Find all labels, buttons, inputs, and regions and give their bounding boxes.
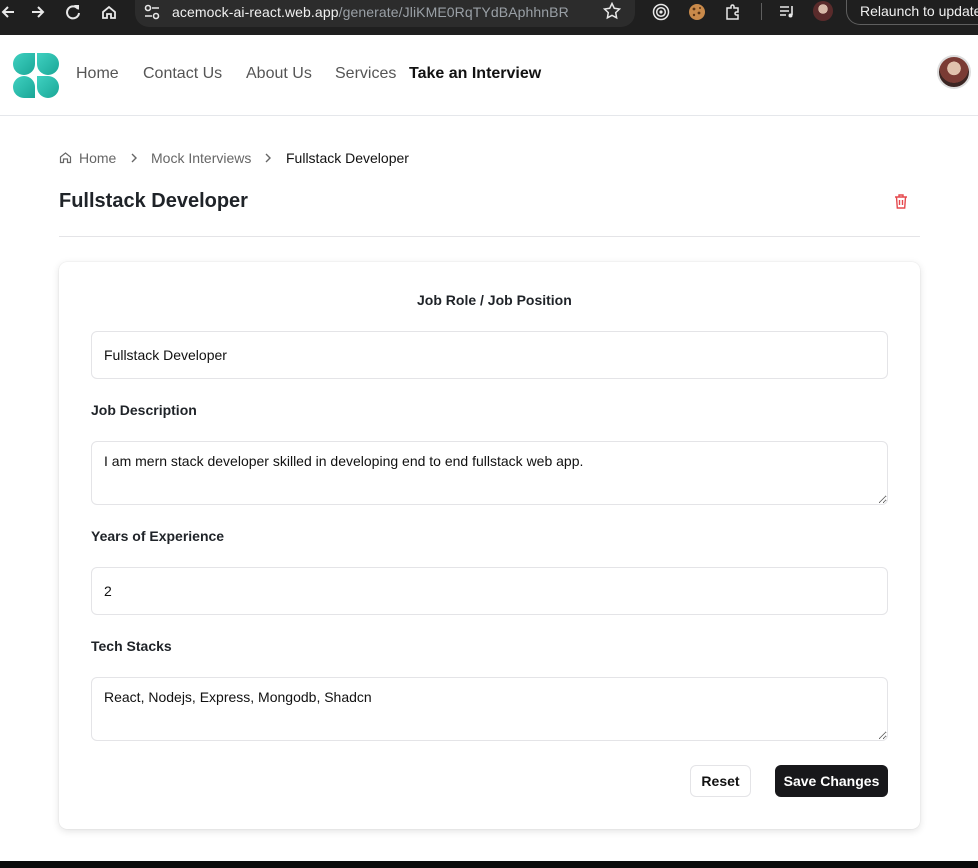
bottom-bar	[0, 861, 978, 868]
extensions-puzzle-icon[interactable]	[723, 0, 743, 24]
relaunch-button[interactable]: Relaunch to update	[846, 0, 978, 25]
chevron-right-icon	[263, 151, 273, 168]
forward-icon[interactable]	[28, 0, 48, 24]
cookie-icon[interactable]	[687, 0, 707, 24]
nav-services[interactable]: Services	[335, 65, 396, 83]
tech-stacks-textarea[interactable]: React, Nodejs, Express, Mongodb, Shadcn	[91, 677, 888, 741]
tech-stacks-label: Tech Stacks	[91, 638, 172, 654]
divider	[59, 236, 920, 237]
browser-toolbar: acemock-ai-react.web.app/generate/JliKME…	[0, 0, 978, 35]
nav-contact-us[interactable]: Contact Us	[143, 65, 222, 83]
page-title: Fullstack Developer	[59, 190, 248, 212]
breadcrumb-home[interactable]: Home	[79, 150, 116, 166]
logo-icon[interactable]	[13, 52, 59, 98]
home-icon	[59, 151, 72, 167]
reload-icon[interactable]	[63, 0, 83, 24]
site-header: Home Contact Us About Us Services Take a…	[0, 35, 978, 116]
bookmark-star-icon[interactable]	[603, 2, 621, 20]
url-text: acemock-ai-react.web.app/generate/JliKME…	[172, 4, 569, 20]
interview-form-card: Job Role / Job Position Job Description …	[59, 262, 920, 829]
experience-input[interactable]	[91, 567, 888, 615]
job-description-textarea[interactable]: I am mern stack developer skilled in dev…	[91, 441, 888, 505]
save-changes-button[interactable]: Save Changes	[775, 765, 888, 797]
job-description-label: Job Description	[91, 402, 197, 418]
site-settings-icon[interactable]	[143, 3, 161, 21]
chevron-right-icon	[129, 151, 139, 168]
user-avatar[interactable]	[937, 55, 971, 89]
toolbar-separator	[761, 3, 762, 20]
media-queue-icon[interactable]	[777, 0, 797, 24]
job-role-input[interactable]	[91, 331, 888, 379]
breadcrumb-current: Fullstack Developer	[286, 150, 409, 166]
profile-avatar[interactable]	[813, 1, 833, 21]
nav-take-interview[interactable]: Take an Interview	[409, 65, 541, 83]
home-icon[interactable]	[99, 0, 119, 24]
back-icon[interactable]	[0, 0, 14, 24]
breadcrumb-mock-interviews[interactable]: Mock Interviews	[151, 150, 251, 166]
reset-button[interactable]: Reset	[690, 765, 751, 797]
nav-about-us[interactable]: About Us	[246, 65, 312, 83]
delete-trash-icon[interactable]	[893, 193, 909, 215]
experience-label: Years of Experience	[91, 528, 225, 544]
address-bar[interactable]: acemock-ai-react.web.app/generate/JliKME…	[135, 0, 635, 27]
nav-home[interactable]: Home	[76, 65, 119, 83]
job-role-label: Job Role / Job Position	[417, 292, 572, 308]
extension-target-icon[interactable]	[651, 0, 671, 24]
